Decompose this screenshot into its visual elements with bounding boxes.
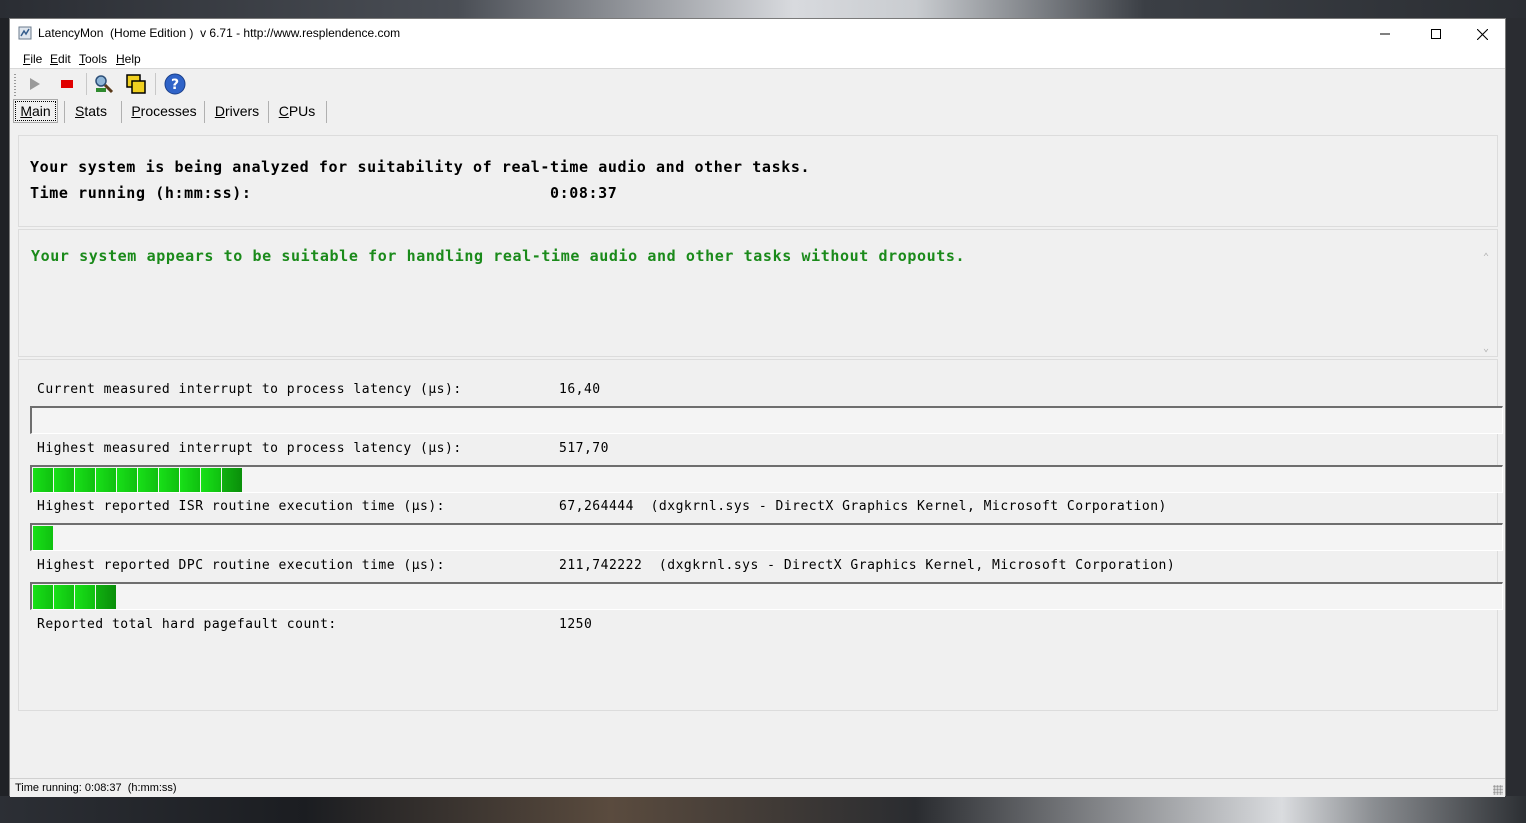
tab-separator <box>268 101 269 123</box>
menu-file[interactable]: File <box>23 52 42 66</box>
tab-stats[interactable]: Stats <box>68 99 114 123</box>
windows-button[interactable] <box>124 72 148 96</box>
minimize-icon <box>1380 33 1390 35</box>
maximize-icon <box>1431 29 1441 39</box>
tab-drivers[interactable]: Drivers <box>208 99 266 123</box>
close-button[interactable] <box>1459 19 1505 49</box>
analysis-description: Your system is being analyzed for suitab… <box>30 158 811 176</box>
highest-latency-bar <box>30 465 1503 493</box>
close-icon <box>1476 28 1488 40</box>
toolbar: ? <box>10 69 1505 99</box>
desktop-background-right <box>1506 18 1526 796</box>
tab-separator <box>326 101 327 123</box>
bar-segment <box>33 585 53 609</box>
analysis-header-panel: Your system is being analyzed for suitab… <box>18 135 1498 227</box>
metrics-panel: Current measured interrupt to process la… <box>18 359 1503 711</box>
bar-segment <box>117 468 137 492</box>
desktop-background-left <box>0 18 9 796</box>
tab-main[interactable]: Main <box>13 99 58 123</box>
pagefault-count-value: 1250 <box>559 617 593 632</box>
play-icon <box>30 78 40 90</box>
scroll-up-arrow-icon[interactable]: ⌃ <box>1483 252 1489 263</box>
menu-bar: File Edit Tools Help <box>10 49 1505 68</box>
bar-segment <box>180 468 200 492</box>
conclusion-panel: Your system appears to be suitable for h… <box>18 229 1498 357</box>
menu-help[interactable]: Help <box>116 52 141 66</box>
app-icon <box>18 26 32 40</box>
stop-button[interactable] <box>55 72 79 96</box>
desktop-background-top <box>0 0 1526 18</box>
desktop-background-bottom <box>0 796 1526 823</box>
tab-processes[interactable]: Processes <box>126 99 202 123</box>
bar-segment <box>33 468 53 492</box>
bar-segment <box>33 526 53 550</box>
toolbar-separator-2 <box>155 73 156 95</box>
help-icon: ? <box>164 73 186 95</box>
scroll-down-arrow-icon[interactable]: ⌄ <box>1483 343 1489 354</box>
analyze-icon <box>95 75 114 94</box>
window-title: LatencyMon (Home Edition ) v 6.71 - http… <box>38 26 401 40</box>
tab-separator <box>204 101 205 123</box>
svg-text:?: ? <box>171 77 179 93</box>
menu-edit[interactable]: Edit <box>50 52 71 66</box>
time-running-value: 0:08:37 <box>550 184 618 202</box>
bar-segment <box>75 468 95 492</box>
tab-bar: Main Stats Processes Drivers C PUs <box>10 99 1505 125</box>
stop-icon <box>61 80 73 88</box>
isr-time-label: Highest reported ISR routine execution t… <box>37 499 446 514</box>
resize-grip-icon[interactable] <box>1493 785 1503 795</box>
time-running-label: Time running (h:mm:ss): <box>30 184 252 202</box>
windows-icon <box>126 74 146 94</box>
bar-segment <box>222 468 242 492</box>
isr-time-value: 67,264444 (dxgkrnl.sys - DirectX Graphic… <box>559 499 1167 514</box>
toolbar-separator <box>86 73 87 95</box>
highest-latency-label: Highest measured interrupt to process la… <box>37 441 462 456</box>
maximize-button[interactable] <box>1413 19 1459 49</box>
bar-segment <box>96 468 116 492</box>
pagefault-count-label: Reported total hard pagefault count: <box>37 617 337 632</box>
bar-segment <box>54 585 74 609</box>
bar-segment <box>159 468 179 492</box>
highest-latency-value: 517,70 <box>559 441 609 456</box>
bar-segment <box>138 468 158 492</box>
minimize-button[interactable] <box>1362 19 1408 49</box>
bar-segment <box>201 468 221 492</box>
bar-segment <box>75 585 95 609</box>
latencymon-window: LatencyMon (Home Edition ) v 6.71 - http… <box>9 18 1506 797</box>
help-button[interactable]: ? <box>163 72 187 96</box>
dpc-time-label: Highest reported DPC routine execution t… <box>37 558 446 573</box>
tab-cpus[interactable]: C PUs <box>272 99 322 123</box>
conclusion-message[interactable]: Your system appears to be suitable for h… <box>31 247 965 265</box>
status-bar-text: Time running: 0:08:37 (h:mm:ss) <box>15 782 177 794</box>
status-bar: Time running: 0:08:37 (h:mm:ss) <box>10 778 1505 797</box>
current-latency-value: 16,40 <box>559 382 601 397</box>
bar-segment <box>54 468 74 492</box>
current-latency-label: Current measured interrupt to process la… <box>37 382 462 397</box>
dpc-time-value: 211,742222 (dxgkrnl.sys - DirectX Graphi… <box>559 558 1176 573</box>
tab-separator <box>64 101 65 123</box>
tab-separator <box>121 101 122 123</box>
title-bar[interactable]: LatencyMon (Home Edition ) v 6.71 - http… <box>10 19 1505 49</box>
dpc-time-bar <box>30 582 1503 610</box>
current-latency-bar <box>30 406 1503 434</box>
menu-tools[interactable]: Tools <box>79 52 107 66</box>
toolbar-grip[interactable] <box>14 74 16 96</box>
start-button[interactable] <box>23 72 47 96</box>
analyze-button[interactable] <box>92 72 116 96</box>
isr-time-bar <box>30 523 1503 551</box>
bar-segment <box>96 585 116 609</box>
